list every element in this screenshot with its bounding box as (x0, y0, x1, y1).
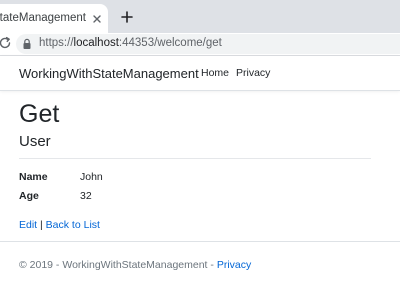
address-url: https://localhost:44353/welcome/get (39, 37, 222, 49)
site-navbar: WorkingWithStateManagement Home Privacy (0, 56, 400, 91)
url-scheme: https:// (39, 37, 74, 49)
nav-link-privacy[interactable]: Privacy (236, 67, 270, 79)
footer-divider (0, 241, 400, 242)
navbar-brand[interactable]: WorkingWithStateManagement (19, 66, 199, 81)
browser-tabstrip: WorkingWithStateManagement (0, 0, 400, 33)
address-bar[interactable]: https://localhost:44353/welcome/get (16, 34, 400, 54)
footer-text: © 2019 - WorkingWithStateManagement - (19, 259, 217, 271)
url-path: :44353/welcome/get (118, 37, 222, 49)
field-value-name: John (80, 171, 103, 183)
web-page: WorkingWithStateManagement Home Privacy … (0, 56, 400, 284)
tab-title: WorkingWithStateManagement (0, 12, 86, 24)
back-to-list-link[interactable]: Back to List (46, 219, 100, 231)
divider (19, 158, 371, 159)
field-value-age: 32 (80, 190, 92, 202)
reload-icon[interactable] (0, 36, 12, 50)
action-links: Edit | Back to List (19, 219, 100, 231)
page-footer: © 2019 - WorkingWithStateManagement - Pr… (19, 259, 251, 271)
nav-link-home[interactable]: Home (201, 67, 229, 79)
plus-icon[interactable] (120, 10, 134, 24)
page-subtitle: User (19, 133, 51, 150)
edit-link[interactable]: Edit (19, 219, 37, 231)
footer-privacy-link[interactable]: Privacy (217, 259, 251, 271)
lock-icon (23, 38, 31, 49)
field-label-name: Name (19, 171, 48, 183)
field-label-age: Age (19, 190, 39, 202)
browser-tab[interactable]: WorkingWithStateManagement (0, 4, 108, 33)
close-icon[interactable] (91, 13, 103, 25)
url-host: localhost (73, 37, 119, 49)
browser-toolbar: https://localhost:44353/welcome/get (0, 33, 400, 56)
page-title: Get (19, 100, 60, 128)
action-separator: | (40, 219, 43, 231)
